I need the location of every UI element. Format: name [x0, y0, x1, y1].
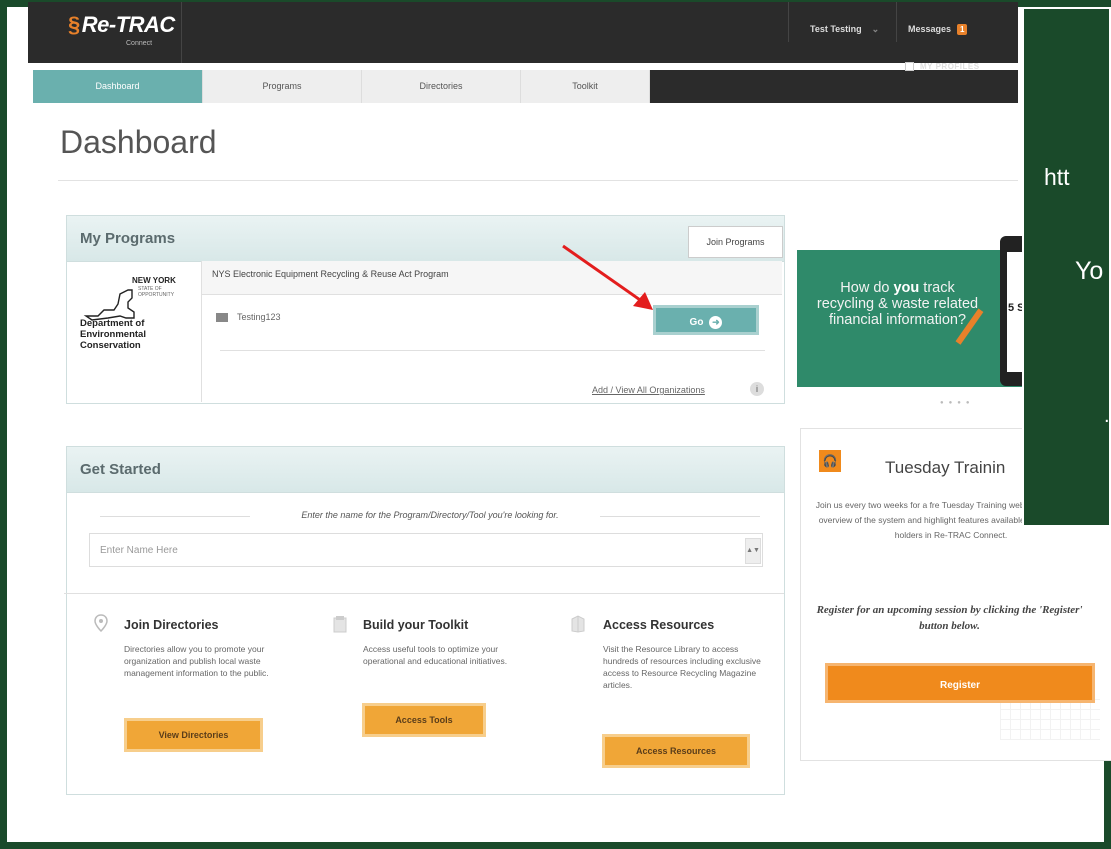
build-toolkit-text: Access useful tools to optimize your ope…	[363, 644, 508, 666]
join-directories-title: Join Directories	[124, 618, 219, 632]
search-dropdown-toggle[interactable]: ▲▼	[745, 538, 761, 564]
organization-icon	[216, 313, 228, 322]
logo-subtitle: Connect	[126, 40, 153, 47]
info-icon[interactable]: i	[750, 382, 764, 396]
overlay-text-3: .	[1104, 405, 1110, 427]
nys-dec-logo: NEW YORK STATE OF OPPORTUNITY Department…	[76, 270, 186, 365]
access-resources-text: Visit the Resource Library to access hun…	[603, 644, 761, 690]
toolkit-icon	[333, 616, 347, 633]
headset-icon: 🎧	[819, 450, 841, 472]
promo-banner[interactable]: How do you track recycling & waste relat…	[797, 250, 1027, 387]
tab-directories[interactable]: Directories	[362, 70, 521, 103]
access-resources-button[interactable]: Access Resources	[602, 734, 750, 768]
logo-text: Re-TRAC	[81, 12, 176, 37]
dept-name: Department of Environmental Conservation	[80, 318, 146, 351]
top-navigation-bar: §Re-TRAC Connect Test Testing ⌄ Messages 1	[28, 2, 1018, 63]
join-directories-text: Directories allow you to promote your or…	[124, 644, 269, 678]
tab-programs[interactable]: Programs	[203, 70, 362, 103]
access-resources-title: Access Resources	[603, 618, 715, 632]
my-programs-header: My Programs	[67, 216, 784, 262]
chevron-down-icon: ⌄	[871, 24, 880, 34]
ny-state-subtitle: STATE OF OPPORTUNITY	[138, 286, 175, 298]
view-directories-button[interactable]: View Directories	[124, 718, 263, 752]
ny-state-title: NEW YORK	[132, 276, 176, 285]
program-header-divider	[202, 294, 782, 295]
build-toolkit-title: Build your Toolkit	[363, 618, 469, 632]
get-started-title: Get Started	[80, 461, 161, 478]
tab-toolkit[interactable]: Toolkit	[521, 70, 650, 103]
register-button[interactable]: Register	[825, 663, 1095, 703]
subnav-strip	[650, 70, 1018, 103]
training-title: Tuesday Trainin	[885, 458, 1006, 477]
leaf-icon: §	[68, 12, 80, 37]
join-programs-button[interactable]: Join Programs	[688, 226, 783, 258]
search-hint: Enter the name for the Program/Directory…	[301, 510, 559, 520]
get-started-header: Get Started	[67, 447, 784, 493]
go-label: Go	[689, 317, 704, 328]
search-input[interactable]	[89, 533, 763, 567]
add-view-organizations-link[interactable]: Add / View All Organizations	[592, 385, 705, 395]
features-divider	[64, 593, 784, 594]
slide-overlay: htt Yo .	[1022, 7, 1111, 527]
organization-name[interactable]: Testing123	[237, 312, 281, 322]
promo-text-bold: you	[893, 280, 920, 296]
header-separator	[788, 2, 789, 42]
tab-dashboard[interactable]: Dashboard	[33, 70, 203, 103]
my-programs-title: My Programs	[80, 230, 176, 247]
program-name: NYS Electronic Equipment Recycling & Reu…	[212, 269, 449, 279]
header-separator	[896, 2, 897, 42]
user-menu[interactable]: Test Testing ⌄	[810, 24, 879, 35]
profile-icon	[905, 62, 914, 72]
promo-text: How do you track recycling & waste relat…	[815, 280, 980, 328]
map-pin-icon	[94, 614, 108, 632]
page-title: Dashboard	[60, 124, 217, 160]
overlay-text-2: Yo	[1075, 257, 1104, 285]
training-cta: Register for an upcoming session by clic…	[816, 604, 1083, 632]
promo-text-pre: How do	[840, 280, 894, 296]
messages-label: Messages	[908, 24, 952, 34]
title-divider	[58, 180, 1018, 181]
my-profiles-link[interactable]: MY PROFILES	[905, 62, 980, 72]
my-profiles-label: MY PROFILES	[920, 62, 980, 71]
row-divider	[220, 350, 765, 351]
carousel-dots[interactable]: ●●●●	[940, 400, 975, 406]
arrow-right-icon: ➜	[709, 315, 723, 329]
overlay-text-1: htt	[1044, 164, 1070, 190]
go-button[interactable]: Go ➜	[653, 305, 759, 335]
access-tools-button[interactable]: Access Tools	[362, 703, 486, 737]
library-icon	[571, 615, 585, 633]
messages-button[interactable]: Messages 1	[908, 24, 968, 35]
header-divider	[181, 2, 182, 63]
user-name: Test Testing	[810, 24, 862, 34]
red-annotation-arrow	[562, 244, 653, 310]
ny-state-outline-icon	[83, 289, 135, 321]
retrac-logo[interactable]: §Re-TRAC	[68, 12, 175, 38]
messages-badge: 1	[957, 24, 968, 35]
